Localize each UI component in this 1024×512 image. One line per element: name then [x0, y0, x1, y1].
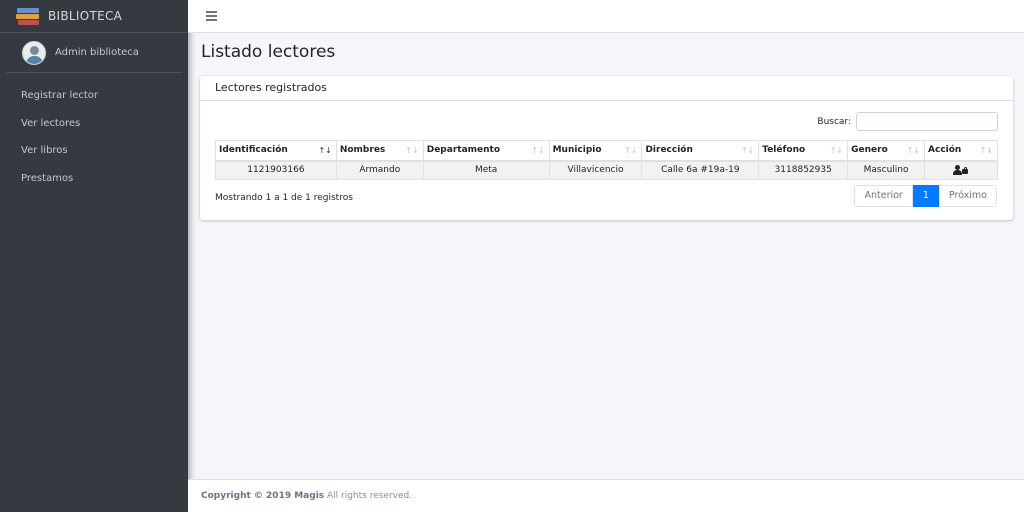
column-header-label: Nombres [339, 145, 386, 156]
column-header-label: Acción [928, 145, 962, 156]
column-header-telefono[interactable]: Teléfono ↑↓ [758, 140, 849, 162]
column-header-label: Teléfono [762, 145, 806, 156]
cell-municipio: Villavicencio [548, 160, 643, 180]
sidebar-item-registrar-lector[interactable]: Registrar lector [0, 87, 188, 115]
sort-icon: ↑↓ [531, 146, 545, 155]
cell-identificacion: 1121903166 [215, 160, 337, 180]
cell-telefono: 3118852935 [758, 160, 849, 180]
search-row: Buscar: [817, 112, 998, 131]
user-lock-icon[interactable] [953, 165, 969, 175]
column-header-label: Municipio [552, 145, 602, 156]
footer-copyright: Copyright © 2019 Magis [201, 491, 325, 501]
cell-departamento: Meta [422, 160, 550, 180]
sort-icon: ↑↓ [405, 146, 419, 155]
column-header-municipio[interactable]: Municipio ↑↓ [548, 140, 643, 162]
card-title: Lectores registrados [200, 76, 1013, 101]
books-logo-icon [16, 6, 40, 26]
column-header-departamento[interactable]: Departamento ↑↓ [422, 140, 550, 162]
cell-direccion: Calle 6a #19a-19 [641, 160, 760, 180]
sort-asc-icon: ↑↓ [318, 146, 332, 155]
footer: Copyright © 2019 Magis All rights reserv… [188, 479, 1024, 512]
page-title: Listado lectores [201, 42, 336, 62]
cell-accion [924, 160, 998, 180]
column-header-direccion[interactable]: Dirección ↑↓ [641, 140, 760, 162]
sidebar-item-ver-libros[interactable]: Ver libros [0, 142, 188, 170]
sort-icon: ↑↓ [624, 146, 638, 155]
sort-icon: ↑↓ [740, 146, 755, 155]
sort-icon: ↑↓ [906, 146, 921, 155]
table-info: Mostrando 1 a 1 de 1 registros [215, 193, 353, 203]
column-header-label: Identificación [219, 145, 288, 156]
pagination-page-1-button[interactable]: 1 [912, 185, 939, 207]
readers-table: Identificación ↑↓ Nombres ↑↓ Departamento ↑… [215, 140, 998, 180]
sort-icon: ↑↓ [829, 146, 844, 155]
column-header-label: Dirección [645, 145, 693, 156]
pagination: Anterior 1 Próximo [854, 185, 997, 207]
avatar [22, 40, 46, 65]
column-header-identificacion[interactable]: Identificación ↑↓ [215, 140, 337, 162]
column-header-accion[interactable]: Acción ↑↓ [924, 140, 998, 162]
column-header-label: Departamento [426, 145, 501, 156]
search-input[interactable] [856, 112, 998, 131]
top-navbar [188, 0, 1024, 33]
brand-link[interactable]: BIBLIOTECA [0, 0, 188, 33]
column-header-label: Genero [851, 145, 888, 156]
readers-card: Lectores registrados Buscar: Identificac… [200, 76, 1013, 220]
column-header-genero[interactable]: Genero ↑↓ [847, 140, 926, 162]
main-content: Listado lectores Lectores registrados Bu… [188, 33, 1024, 479]
hamburger-menu-icon[interactable] [206, 11, 217, 21]
pagination-previous-button[interactable]: Anterior [854, 185, 913, 207]
cell-nombres: Armando [335, 160, 424, 180]
sidebar: BIBLIOTECA Admin biblioteca Registrar le… [0, 0, 188, 512]
cell-genero: Masculino [847, 160, 926, 180]
sidebar-item-ver-lectores[interactable]: Ver lectores [0, 115, 188, 143]
column-header-nombres[interactable]: Nombres ↑↓ [335, 140, 424, 162]
pagination-next-button[interactable]: Próximo [938, 185, 997, 207]
sidebar-nav: Registrar lector Ver lectores Ver libros… [0, 73, 188, 197]
sidebar-item-prestamos[interactable]: Prestamos [0, 170, 188, 198]
table-header-row: Identificación ↑↓ Nombres ↑↓ Departamento ↑… [215, 140, 998, 162]
footer-rights: All rights reserved. [324, 491, 413, 501]
search-label: Buscar: [817, 116, 851, 127]
sort-icon: ↑↓ [979, 146, 993, 155]
user-name[interactable]: Admin biblioteca [55, 47, 139, 58]
table-row: 1121903166 Armando Meta Villavicencio Ca… [215, 160, 998, 180]
brand-name: BIBLIOTECA [48, 9, 123, 23]
user-panel[interactable]: Admin biblioteca [6, 33, 182, 73]
